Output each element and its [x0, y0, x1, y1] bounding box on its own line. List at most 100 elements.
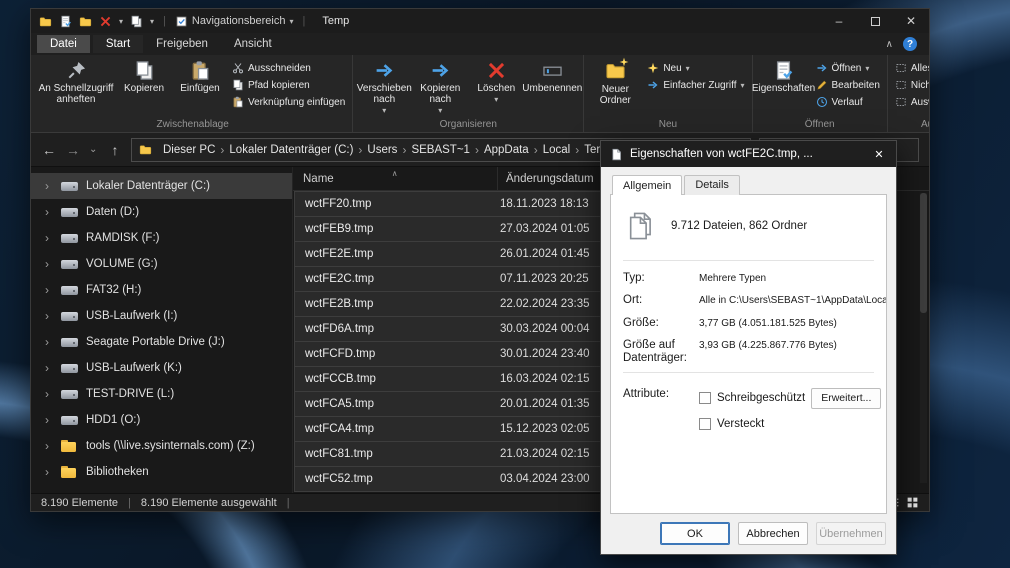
chevron-right-icon[interactable]: ›: [45, 257, 53, 271]
sidebar-item[interactable]: › TEST-DRIVE (L:): [31, 381, 292, 407]
sidebar-item-label: TEST-DRIVE (L:): [86, 388, 175, 400]
chevron-right-icon[interactable]: ›: [45, 179, 53, 193]
chevron-right-icon[interactable]: ›: [45, 387, 53, 401]
hidden-checkbox[interactable]: [699, 417, 711, 430]
open-button[interactable]: Öffnen ▾: [812, 60, 884, 76]
qat-copy-icon[interactable]: [130, 15, 143, 28]
tab-start[interactable]: Start: [92, 35, 144, 53]
tab-freigeben[interactable]: Freigeben: [143, 35, 221, 53]
move-to-icon: [374, 60, 395, 81]
collapse-ribbon-icon[interactable]: ∧: [886, 39, 893, 50]
ok-button[interactable]: OK: [660, 522, 730, 545]
qat-new-folder-icon[interactable]: [79, 15, 92, 28]
group-label-new: Neu: [658, 119, 678, 130]
sidebar-item-label: RAMDISK (F:): [86, 232, 160, 244]
forward-button[interactable]: →: [65, 142, 81, 158]
sidebar-item[interactable]: › RAMDISK (F:): [31, 225, 292, 251]
chevron-down-icon: ▾: [289, 16, 294, 26]
minimize-button[interactable]: –: [821, 9, 857, 33]
back-button[interactable]: ←: [41, 142, 57, 158]
tab-ansicht[interactable]: Ansicht: [221, 35, 285, 53]
sidebar-item[interactable]: › tools (\\live.sysinternals.com) (Z:): [31, 433, 292, 459]
paste-shortcut-button[interactable]: Verknüpfung einfügen: [228, 94, 349, 110]
breadcrumb-segment[interactable]: AppData: [479, 144, 534, 156]
breadcrumb-segment[interactable]: Local: [538, 144, 576, 156]
chevron-right-icon[interactable]: ›: [45, 361, 53, 375]
ribbon-group-select: Alles auswählen Nichts auswählen Auswahl…: [886, 55, 929, 132]
readonly-checkbox[interactable]: [699, 392, 711, 404]
breadcrumb-segment[interactable]: Dieser PC: [158, 144, 220, 156]
ribbon: An Schnellzugriff anheften Kopieren Einf…: [31, 55, 929, 133]
chevron-right-icon[interactable]: ›: [45, 413, 53, 427]
scrollbar[interactable]: [920, 193, 927, 483]
chevron-right-icon[interactable]: ›: [45, 465, 53, 479]
column-header-name[interactable]: Name ∧: [293, 167, 498, 190]
select-none-button[interactable]: Nichts auswählen: [891, 77, 929, 93]
history-button[interactable]: Verlauf: [812, 94, 884, 110]
chevron-right-icon[interactable]: ›: [45, 309, 53, 323]
up-button[interactable]: ↑: [107, 142, 123, 158]
qat-dropdown-icon[interactable]: ▾: [150, 17, 154, 26]
cancel-button[interactable]: Abbrechen: [738, 522, 808, 545]
tab-allgemein[interactable]: Allgemein: [612, 175, 683, 195]
tab-datei[interactable]: Datei: [37, 35, 90, 53]
delete-button[interactable]: Löschen ▾: [468, 56, 524, 107]
copy-path-button[interactable]: Pfad kopieren: [228, 77, 349, 93]
close-button[interactable]: ✕: [893, 9, 929, 33]
apply-button[interactable]: Übernehmen: [816, 522, 886, 545]
sidebar-item[interactable]: › Lokaler Datenträger (C:): [31, 173, 292, 199]
large-icons-view-icon[interactable]: [906, 496, 919, 509]
properties-dialog: Eigenschaften von wctFE2C.tmp, ... ✕ All…: [600, 140, 897, 555]
sidebar-item[interactable]: › FAT32 (H:): [31, 277, 292, 303]
tab-details[interactable]: Details: [684, 175, 740, 195]
chevron-right-icon[interactable]: ›: [45, 205, 53, 219]
paste-button[interactable]: Einfügen: [172, 56, 228, 96]
button-label: Kopieren nach: [420, 83, 461, 105]
sidebar-item[interactable]: › Bibliotheken: [31, 459, 292, 485]
invert-selection-button[interactable]: Auswahl umkehren: [891, 94, 929, 110]
sidebar-item[interactable]: › USB-Laufwerk (I:): [31, 303, 292, 329]
navigation-pane-toggle[interactable]: Navigationsbereich ▾: [175, 15, 294, 28]
selection-summary: 9.712 Dateien, 862 Ordner: [623, 205, 874, 257]
dialog-close-button[interactable]: ✕: [862, 141, 896, 167]
breadcrumb-segment[interactable]: Lokaler Datenträger (C:): [224, 144, 358, 156]
cut-button[interactable]: Ausschneiden: [228, 60, 349, 76]
easy-access-button[interactable]: Einfacher Zugriff ▾: [643, 77, 748, 93]
copy-icon: [134, 60, 155, 81]
new-item-button[interactable]: Neu ▾: [643, 60, 748, 76]
qat-delete-icon[interactable]: [99, 15, 112, 28]
field-value: 3,93 GB (4.225.867.776 Bytes): [699, 340, 837, 351]
edit-button[interactable]: Bearbeiten: [812, 77, 884, 93]
copy-button[interactable]: Kopieren: [116, 56, 172, 96]
sidebar-item[interactable]: › Daten (D:): [31, 199, 292, 225]
breadcrumb-segment[interactable]: Users: [362, 144, 402, 156]
select-all-button[interactable]: Alles auswählen: [891, 60, 929, 76]
ribbon-controls: ∧ ?: [886, 37, 923, 51]
sidebar-item[interactable]: › HDD1 (O:): [31, 407, 292, 433]
chevron-right-icon[interactable]: ›: [45, 231, 53, 245]
maximize-button[interactable]: [857, 9, 893, 33]
move-to-button[interactable]: Verschieben nach ▾: [356, 56, 412, 118]
qat-properties-icon[interactable]: [59, 15, 72, 28]
files-stack-icon: [625, 209, 655, 243]
chevron-right-icon[interactable]: ›: [45, 439, 53, 453]
button-label: Löschen: [477, 83, 516, 94]
recent-locations-icon[interactable]: ⌄: [89, 144, 99, 155]
rename-button[interactable]: Umbenennen: [522, 56, 582, 96]
advanced-button[interactable]: Erweitert...: [811, 387, 882, 409]
help-icon[interactable]: ?: [903, 37, 917, 51]
copy-to-button[interactable]: Kopieren nach ▾: [412, 56, 468, 118]
pin-to-quick-access-button[interactable]: An Schnellzugriff anheften: [36, 56, 116, 107]
scrollbar-thumb[interactable]: [920, 193, 927, 313]
sidebar-item[interactable]: › USB-Laufwerk (K:): [31, 355, 292, 381]
field-label: Größe auf Datenträger:: [623, 339, 687, 364]
sidebar-item[interactable]: › VOLUME (G:): [31, 251, 292, 277]
chevron-right-icon[interactable]: ›: [45, 283, 53, 297]
attributes-label: Attribute:: [623, 387, 670, 400]
qat-dropdown-icon[interactable]: ▾: [119, 17, 123, 26]
breadcrumb-segment[interactable]: SEBAST~1: [406, 144, 475, 156]
sidebar-item[interactable]: › Seagate Portable Drive (J:): [31, 329, 292, 355]
new-folder-button[interactable]: Neuer Ordner: [587, 56, 643, 108]
properties-button[interactable]: Eigenschaften: [752, 56, 815, 96]
chevron-right-icon[interactable]: ›: [45, 335, 53, 349]
